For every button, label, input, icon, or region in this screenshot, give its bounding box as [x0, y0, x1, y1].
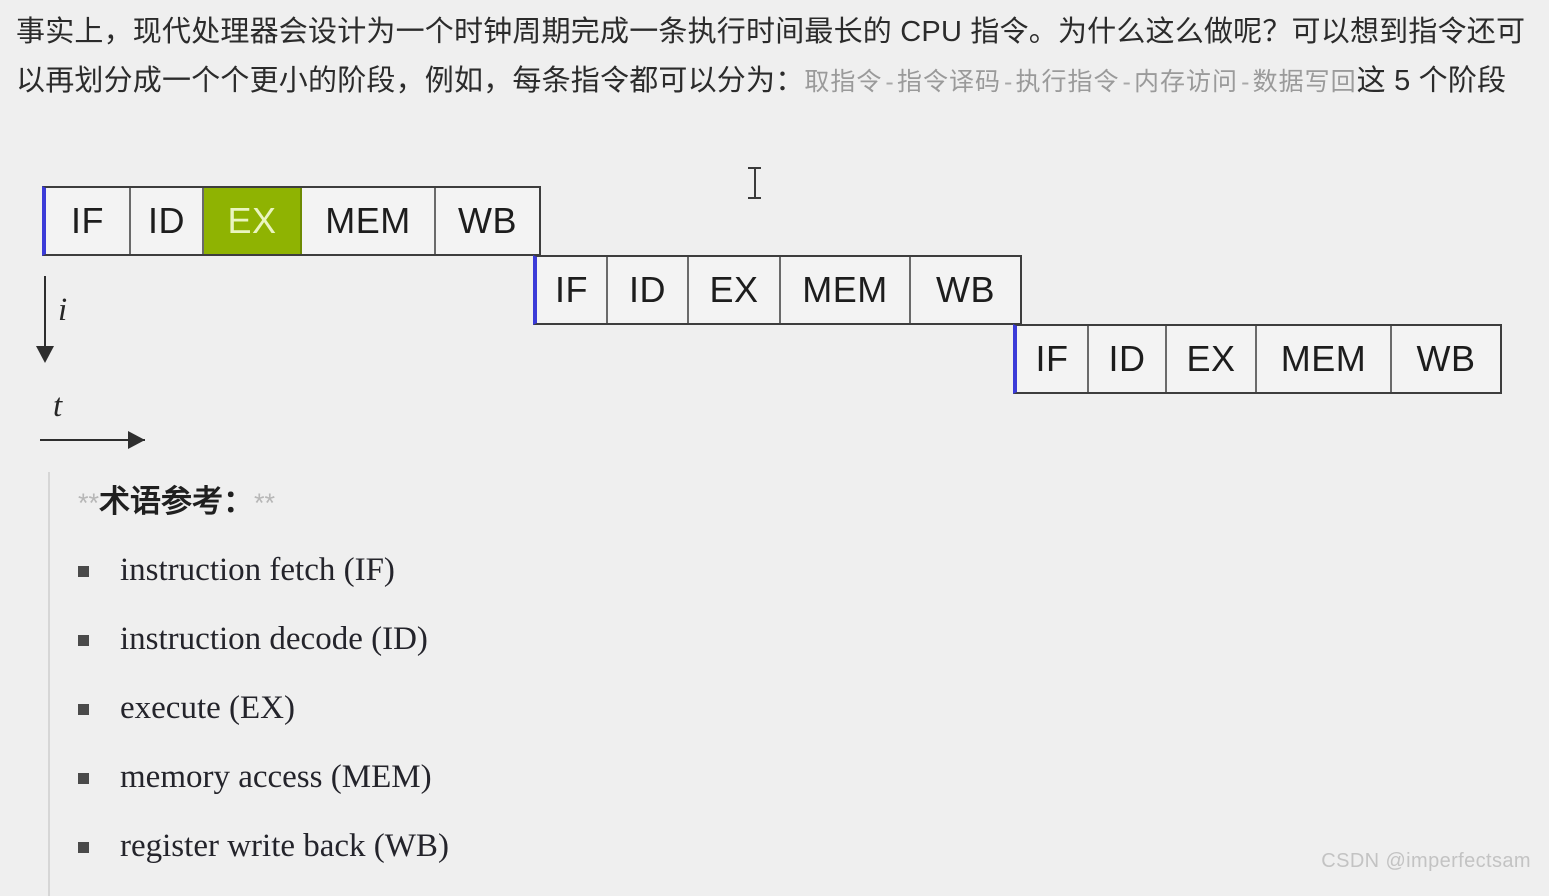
list-item: memory access (MEM) [78, 758, 1248, 796]
instruction-axis-arrowhead [36, 346, 54, 363]
pipeline-cell-ex-row3: EX [1167, 326, 1257, 392]
heading-stars-left: ** [78, 488, 100, 518]
pipeline-row-2: IF ID EX MEM WB [533, 255, 1022, 325]
stage-separator-2: - [1122, 68, 1132, 96]
square-bullet-icon [78, 635, 89, 646]
square-bullet-icon [78, 842, 89, 853]
terminology-heading: **术语参考：** [78, 472, 1248, 525]
list-item: execute (EX) [78, 689, 1248, 727]
square-bullet-icon [78, 566, 89, 577]
list-item-label: instruction fetch (IF) [120, 552, 395, 588]
pipeline-cell-wb-row2: WB [911, 257, 1020, 323]
pipeline-cell-wb-row1: WB [436, 188, 539, 254]
pipeline-cell-id-row3: ID [1089, 326, 1167, 392]
article-paragraph: 事实上，现代处理器会设计为一个时钟周期完成一条执行时间最长的 CPU 指令。为什… [16, 8, 1531, 107]
time-axis-label: t [53, 388, 63, 424]
prose-line-3-suffix: 这 5 个阶段 [1356, 65, 1507, 97]
square-bullet-icon [78, 704, 89, 715]
pipeline-cell-id-row1: ID [131, 188, 204, 254]
square-bullet-icon [78, 773, 89, 784]
pipeline-cell-mem-row3: MEM [1257, 326, 1392, 392]
stage-inline-3: 内存访问 [1134, 68, 1239, 96]
instruction-axis-line [44, 276, 46, 350]
pipeline-cell-ex-row2: EX [689, 257, 781, 323]
pipeline-cell-if-row1: IF [46, 188, 131, 254]
stage-separator-1: - [1003, 68, 1013, 96]
cpu-pipeline-diagram: IF ID EX MEM WB IF ID EX MEM WB IF ID EX MEM WB i t [0, 176, 1549, 466]
stage-separator-0: - [885, 68, 894, 96]
list-item-label: memory access (MEM) [120, 759, 432, 795]
stage-inline-1: 指令译码 [896, 68, 1001, 96]
pipeline-row-3: IF ID EX MEM WB [1013, 324, 1502, 394]
list-item-label: execute (EX) [120, 690, 295, 726]
list-item-label: instruction decode (ID) [120, 621, 428, 657]
stage-inline-4: 数据写回 [1252, 68, 1357, 96]
stage-inline-2: 执行指令 [1015, 68, 1120, 96]
pipeline-cell-wb-row3: WB [1392, 326, 1500, 392]
pipeline-cell-ex-row1: EX [204, 188, 302, 254]
stage-inline-0: 取指令 [804, 68, 883, 96]
heading-stars-right: ** [254, 488, 276, 518]
pipeline-cell-mem-row1: MEM [302, 188, 436, 254]
terminology-blockquote: **术语参考：** instruction fetch (IF) instruct… [48, 472, 1248, 896]
pipeline-cell-if-row2: IF [537, 257, 608, 323]
list-item: instruction decode (ID) [78, 620, 1248, 658]
csdn-watermark: CSDN @imperfectsam [1321, 850, 1531, 872]
list-item-label: register write back (WB) [120, 828, 449, 864]
prose-line-1: 事实上，现代处理器会设计为一个时钟周期完成一条执行时间最长的 CPU 指令。为什… [16, 16, 1380, 48]
list-item: instruction fetch (IF) [78, 551, 1248, 589]
list-item: register write back (WB) [78, 827, 1248, 865]
stage-separator-3: - [1241, 68, 1250, 96]
time-axis-arrowhead [128, 431, 145, 449]
pipeline-cell-mem-row2: MEM [781, 257, 911, 323]
pipeline-cell-if-row3: IF [1017, 326, 1089, 392]
heading-text: 术语参考： [99, 484, 255, 519]
pipeline-cell-id-row2: ID [608, 257, 689, 323]
pipeline-row-1: IF ID EX MEM WB [42, 186, 541, 256]
terminology-list: instruction fetch (IF) instruction decode… [78, 551, 1248, 865]
instruction-axis-label: i [58, 292, 68, 328]
